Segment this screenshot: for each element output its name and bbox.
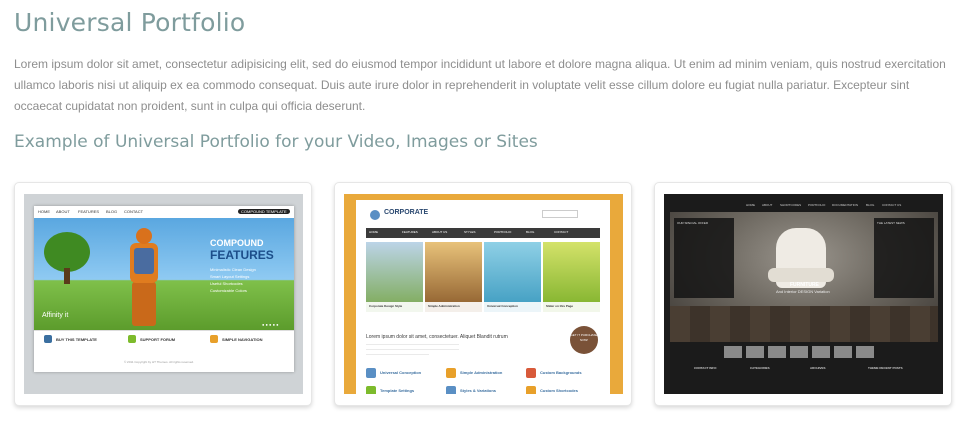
portfolio-card-compound[interactable]: HOME ABOUT FEATURES BLOG CONTACT COMPOUN… xyxy=(14,182,312,406)
preview-news-panel: THE LATEST NEWS xyxy=(874,218,934,298)
preview-feature: Smart Layout Settings xyxy=(210,274,250,279)
preview-feature: Simple Administration xyxy=(460,370,503,375)
preview-feature: Minimalistic Clean Design xyxy=(210,267,256,272)
preview-feature-list: Minimalistic Clean Design Smart Layout S… xyxy=(210,266,256,294)
preview-tile-caption: Corporate Design Style xyxy=(366,302,423,326)
preview-feature: Custom Backgrounds xyxy=(540,370,582,375)
portfolio-card-furniture[interactable]: HOME ABOUT SHORTCODES PORTFOLIO DOCUMENT… xyxy=(654,182,952,406)
preview-logo-text: CORPORATE xyxy=(384,209,429,216)
preview-menu-item: BLOG xyxy=(866,203,875,207)
preview-feature: Styles & Variations xyxy=(460,388,497,393)
logo-icon xyxy=(370,210,380,220)
preview-purchase-badge: GET IT PURCHASE NOW! xyxy=(570,326,598,354)
tools-icon xyxy=(446,368,456,378)
preview-tile-caption: Universal Conception xyxy=(484,302,541,326)
image-icon xyxy=(526,368,536,378)
preview-hero: Affinity it COMPOUND FEATURES Minimalist… xyxy=(34,218,294,330)
preview-menu-item: BLOG xyxy=(526,230,535,234)
preview-nav-item: BLOG xyxy=(106,209,118,214)
preview-brand: Affinity it xyxy=(42,312,69,319)
gear-icon xyxy=(128,335,136,343)
preview-nav: HOME ABOUT FEATURES BLOG CONTACT COMPOUN… xyxy=(34,206,294,216)
globe-icon xyxy=(366,368,376,378)
portfolio-thumbnail-compound[interactable]: HOME ABOUT FEATURES BLOG CONTACT COMPOUN… xyxy=(24,194,303,394)
portfolio-card-corporate[interactable]: CORPORATE HOME FEATURES ABOUT US STYLES … xyxy=(334,182,632,406)
preview-menu-item: PORTFOLIO xyxy=(494,230,512,234)
preview-menu-item: FEATURES xyxy=(402,230,418,234)
tree-trunk xyxy=(64,268,70,284)
preview-menu-item: ABOUT xyxy=(762,203,773,207)
palette-icon xyxy=(446,386,456,394)
portfolio-thumbnail-corporate[interactable]: CORPORATE HOME FEATURES ABOUT US STYLES … xyxy=(344,194,623,394)
preview-menu-item: SHORTCODES xyxy=(780,203,802,207)
preview-body-text: ——————————————————————————————— —————————… xyxy=(366,342,459,356)
preview-feature: Custom Shortcodes xyxy=(540,388,579,393)
preview-bar-item: SIMPLE NAVIGATION xyxy=(222,337,263,342)
preview-headline: Lorem ipsum dolor sit amet, consectetuer… xyxy=(366,334,508,340)
preview-hero-title: COMPOUND xyxy=(210,238,264,248)
preview-feature-bar: BUY THIS TEMPLATE SUPPORT FORUM SIMPLE N… xyxy=(34,330,294,363)
preview-floor xyxy=(670,306,938,342)
template-preview: CORPORATE HOME FEATURES ABOUT US STYLES … xyxy=(356,200,610,394)
preview-footer-heading: CONTACT INFO xyxy=(694,366,717,370)
preview-menu-item: PORTFOLIO xyxy=(808,203,826,207)
preview-menu: HOME ABOUT SHORTCODES PORTFOLIO DOCUMENT… xyxy=(664,200,943,210)
preview-nav-item: CONTACT xyxy=(124,209,144,214)
cart-icon xyxy=(44,335,52,343)
preview-feature: Customizable Colors xyxy=(210,288,247,293)
preview-offer-panel: OUR SPECIAL OFFER xyxy=(674,218,734,298)
armchair-seat xyxy=(768,268,834,282)
preview-tile-caption: Simple Administration xyxy=(425,302,482,326)
preview-thumbnail-strip xyxy=(724,346,884,358)
preview-menu-item: CONTACT xyxy=(554,230,569,234)
preview-bar-item: BUY THIS TEMPLATE xyxy=(56,337,97,342)
preview-nav-item: FEATURES xyxy=(78,209,100,214)
preview-feature: Universal Conception xyxy=(380,370,422,375)
preview-nav-item: HOME xyxy=(38,209,50,214)
page-title: Universal Portfolio xyxy=(14,8,246,37)
preview-search xyxy=(542,210,578,218)
preview-hero-subtitle: FEATURES xyxy=(210,248,274,262)
preview-footer-heading: ARCHIVES xyxy=(810,366,826,370)
preview-feature: Template Settings xyxy=(380,388,415,393)
settings-icon xyxy=(366,386,376,394)
robot-figure-icon xyxy=(122,228,166,328)
preview-footer-heading: CATEGORIES xyxy=(750,366,770,370)
preview-nav-item: ABOUT xyxy=(56,209,70,214)
preview-menu-item: HOME xyxy=(746,203,755,207)
preview-menu-item: CONTACT US xyxy=(882,203,902,207)
preview-cta: COMPOUND TEMPLATE xyxy=(238,209,290,214)
document-icon xyxy=(210,335,218,343)
tree-icon xyxy=(44,232,90,272)
code-icon xyxy=(526,386,536,394)
preview-hero-subtitle: And Interior DESIGN Variation xyxy=(776,289,830,294)
preview-hero-title: FURNITURE xyxy=(790,282,819,288)
portfolio-thumbnail-furniture[interactable]: HOME ABOUT SHORTCODES PORTFOLIO DOCUMENT… xyxy=(664,194,943,394)
preview-menu-item: DOCUMENTATION xyxy=(832,203,859,207)
preview-menu-item: STYLES xyxy=(464,230,476,234)
slider-dots: ● ● ● ● ● xyxy=(262,322,279,327)
preview-menu-item: HOME xyxy=(369,230,378,234)
preview-copyright: © 2011 Copyright by HT Themes. All right… xyxy=(124,360,194,364)
preview-footer-heading: THEME RECENT POSTS xyxy=(868,366,903,370)
preview-menu: HOME FEATURES ABOUT US STYLES PORTFOLIO … xyxy=(366,228,600,238)
section-subtitle: Example of Universal Portfolio for your … xyxy=(14,132,538,152)
preview-feature: Useful Shortcodes xyxy=(210,281,243,286)
intro-paragraph: Lorem ipsum dolor sit amet, consectetur … xyxy=(14,57,946,113)
template-preview: HOME ABOUT FEATURES BLOG CONTACT COMPOUN… xyxy=(34,206,294,372)
preview-menu-item: ABOUT US xyxy=(432,230,448,234)
preview-footer: CONTACT INFO CATEGORIES ARCHIVES THEME R… xyxy=(664,364,943,394)
preview-tile-caption: Slider on this Page xyxy=(543,302,600,326)
preview-bar-item: SUPPORT FORUM xyxy=(140,337,176,342)
